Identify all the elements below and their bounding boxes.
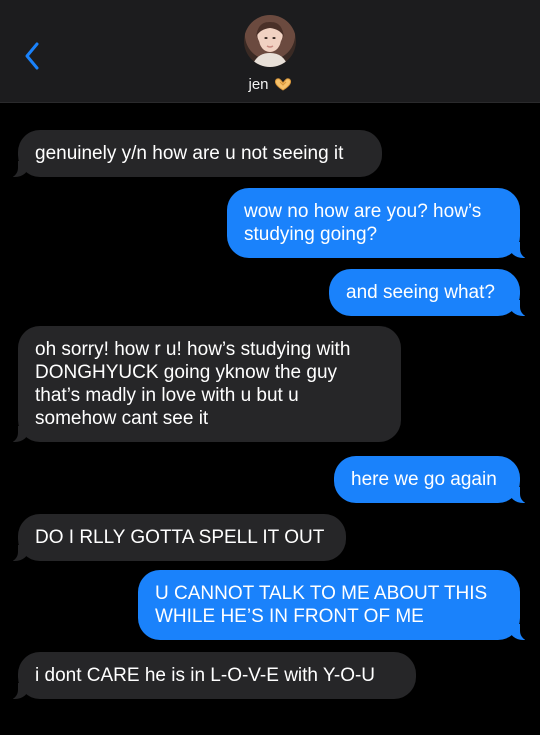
message-text: oh sorry! how r u! how’s studying with D…: [35, 339, 351, 429]
message-bubble-incoming[interactable]: oh sorry! how r u! how’s studying with D…: [6, 326, 401, 443]
message-bubble-incoming[interactable]: genuinely y/n how are u not seeing it: [6, 130, 382, 178]
message-text: genuinely y/n how are u not seeing it: [35, 143, 344, 164]
message-bubble-outgoing[interactable]: here we go again: [334, 456, 532, 504]
back-button[interactable]: [12, 34, 52, 78]
message-bubble-outgoing[interactable]: U CANNOT TALK TO ME ABOUT THIS WHILE HE’…: [138, 570, 532, 641]
message-text: i dont CARE he is in L-O-V-E with Y-O-U: [35, 665, 376, 686]
contact-name-label: jen: [248, 76, 269, 93]
message-bubble-incoming[interactable]: DO I RLLY GOTTA SPELL IT OUT: [6, 514, 346, 562]
message-bubble-incoming[interactable]: i dont CARE he is in L-O-V-E with Y-O-U: [6, 652, 416, 700]
message-text: and seeing what?: [346, 282, 495, 303]
message-thread: genuinely y/n how are u not seeing it wo…: [0, 102, 540, 735]
message-bubble-outgoing[interactable]: and seeing what?: [329, 269, 532, 317]
avatar-photo: [252, 21, 288, 67]
contact-name[interactable]: jen: [0, 76, 540, 93]
conversation-header: jen: [0, 0, 540, 103]
avatar[interactable]: [244, 15, 296, 67]
message-text: DO I RLLY GOTTA SPELL IT OUT: [35, 527, 325, 548]
message-text: U CANNOT TALK TO ME ABOUT THIS WHILE HE’…: [155, 583, 488, 627]
message-bubble-outgoing[interactable]: wow no how are you? how’s studying going…: [227, 188, 532, 259]
heart-hands-icon: [274, 78, 291, 91]
chevron-left-icon: [25, 42, 39, 70]
message-text: wow no how are you? how’s studying going…: [244, 201, 482, 245]
message-text: here we go again: [351, 469, 497, 490]
